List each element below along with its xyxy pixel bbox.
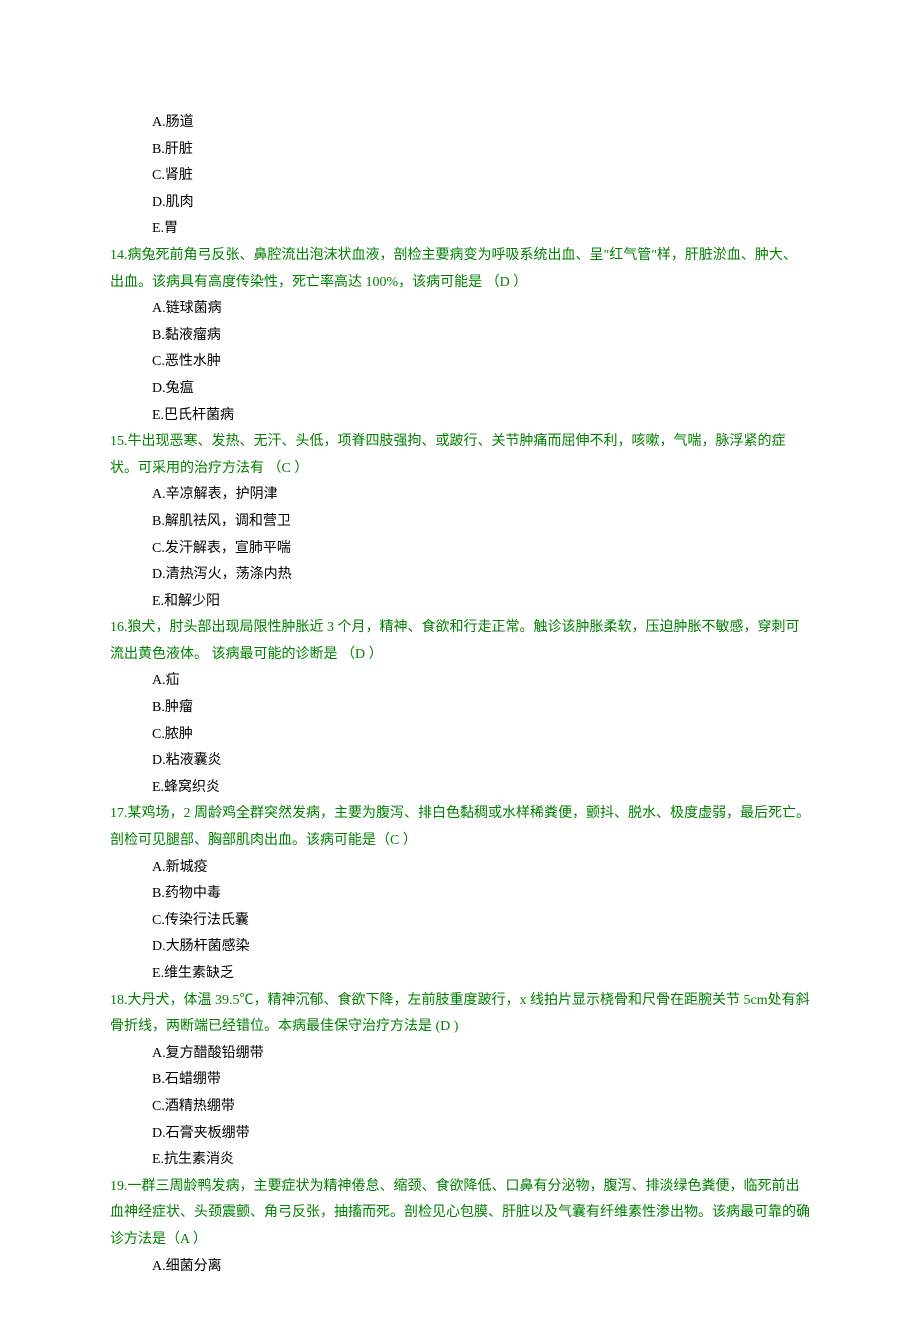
q17-option-b: B.药物中毒 — [110, 881, 810, 908]
q15-option-c: C.发汗解表，宣肺平喘 — [110, 536, 810, 563]
q17-option-d: D.大肠杆菌感染 — [110, 934, 810, 961]
q17-option-e: E.维生素缺乏 — [110, 961, 810, 988]
q16-option-e: E.蜂窝织炎 — [110, 775, 810, 802]
q13-option-c: C.肾脏 — [110, 163, 810, 190]
q13-option-e: E.胃 — [110, 216, 810, 243]
q17-option-c: C.传染行法氏囊 — [110, 908, 810, 935]
q17-text: 17.某鸡场，2 周龄鸡全群突然发病，主要为腹泻、排白色黏稠或水样稀粪便，颤抖、… — [110, 801, 810, 854]
q15-option-b: B.解肌祛风，调和营卫 — [110, 509, 810, 536]
q15-option-a: A.辛凉解表，护阴津 — [110, 482, 810, 509]
q14-option-c: C.恶性水肿 — [110, 349, 810, 376]
q18-option-a: A.复方醋酸铅绷带 — [110, 1041, 810, 1068]
q18-option-b: B.石蜡绷带 — [110, 1067, 810, 1094]
q16-option-b: B.肿瘤 — [110, 695, 810, 722]
q14-option-d: D.兔瘟 — [110, 376, 810, 403]
q13-option-d: D.肌肉 — [110, 190, 810, 217]
q14-option-a: A.链球菌病 — [110, 296, 810, 323]
q18-text: 18.大丹犬，体温 39.5℃，精神沉郁、食欲下降，左前肢重度跛行，x 线拍片显… — [110, 988, 810, 1041]
q13-option-a: A.肠道 — [110, 110, 810, 137]
q16-option-c: C.脓肿 — [110, 722, 810, 749]
q13-option-b: B.肝脏 — [110, 137, 810, 164]
q16-option-a: A.疝 — [110, 668, 810, 695]
q18-option-d: D.石膏夹板绷带 — [110, 1121, 810, 1148]
q15-text: 15.牛出现恶寒、发热、无汗、头低，项脊四肢强拘、或跛行、关节肿痛而屈伸不利，咳… — [110, 429, 810, 482]
q19-option-a: A.细菌分离 — [110, 1254, 810, 1281]
q19-text: 19.一群三周龄鸭发病，主要症状为精神倦怠、缩颈、食欲降低、口鼻有分泌物，腹泻、… — [110, 1174, 810, 1254]
q15-option-e: E.和解少阳 — [110, 589, 810, 616]
q16-text: 16.狼犬，肘头部出现局限性肿胀近 3 个月，精神、食欲和行走正常。触诊该肿胀柔… — [110, 615, 810, 668]
q17-option-a: A.新城疫 — [110, 855, 810, 882]
q14-text: 14.病兔死前角弓反张、鼻腔流出泡沫状血液，剖检主要病变为呼吸系统出血、呈"红气… — [110, 243, 810, 296]
q14-option-e: E.巴氏杆菌病 — [110, 403, 810, 430]
q18-option-e: E.抗生素消炎 — [110, 1147, 810, 1174]
q15-option-d: D.清热泻火，荡涤内热 — [110, 562, 810, 589]
q16-option-d: D.粘液囊炎 — [110, 748, 810, 775]
q18-option-c: C.酒精热绷带 — [110, 1094, 810, 1121]
q14-option-b: B.黏液瘤病 — [110, 323, 810, 350]
